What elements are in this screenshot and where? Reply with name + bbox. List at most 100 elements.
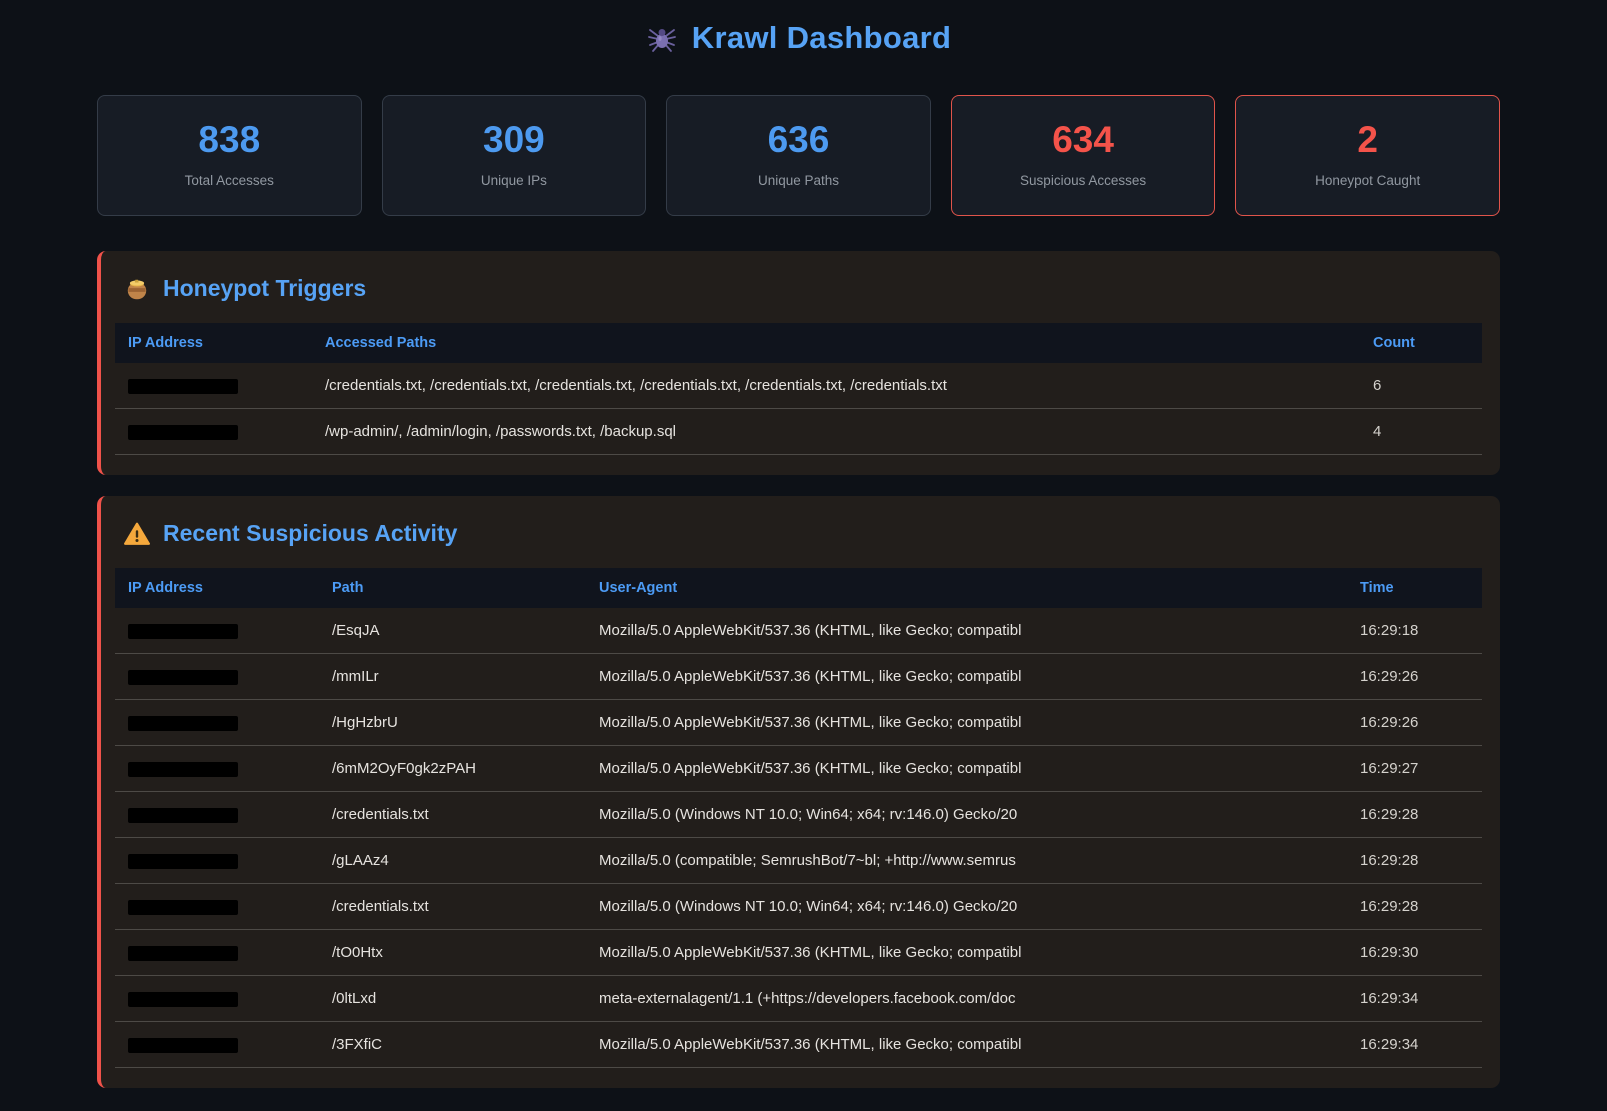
redacted-ip-bar [128, 854, 238, 869]
paths-cell: /wp-admin/, /admin/login, /passwords.txt… [312, 409, 1360, 455]
user-agent-cell: Mozilla/5.0 (compatible; SemrushBot/7~bl… [586, 838, 1347, 884]
activity-panel-title-text: Recent Suspicious Activity [163, 520, 457, 547]
ip-cell [115, 976, 319, 1022]
honeypot-row: /credentials.txt, /credentials.txt, /cre… [115, 363, 1482, 409]
ip-cell [115, 792, 319, 838]
time-cell: 16:29:18 [1347, 608, 1482, 654]
time-cell: 16:29:28 [1347, 838, 1482, 884]
stat-value: 309 [393, 121, 636, 158]
path-cell: /tO0Htx [319, 930, 586, 976]
user-agent-cell: Mozilla/5.0 AppleWebKit/537.36 (KHTML, l… [586, 746, 1347, 792]
time-cell: 16:29:28 [1347, 884, 1482, 930]
col-accessed-paths: Accessed Paths [312, 323, 1360, 363]
user-agent-cell: Mozilla/5.0 AppleWebKit/537.36 (KHTML, l… [586, 608, 1347, 654]
path-cell: /credentials.txt [319, 792, 586, 838]
user-agent-cell: meta-externalagent/1.1 (+https://develop… [586, 976, 1347, 1022]
activity-row: /6mM2OyF0gk2zPAH Mozilla/5.0 AppleWebKit… [115, 746, 1482, 792]
stat-label: Unique Paths [677, 173, 920, 188]
col-time: Time [1347, 568, 1482, 608]
col-count: Count [1360, 323, 1482, 363]
count-cell: 6 [1360, 363, 1482, 409]
activity-row: /mmILr Mozilla/5.0 AppleWebKit/537.36 (K… [115, 654, 1482, 700]
stat-label: Total Accesses [108, 173, 351, 188]
redacted-ip-bar [128, 624, 238, 639]
honeypot-icon [124, 276, 150, 302]
time-cell: 16:29:27 [1347, 746, 1482, 792]
stat-card: 634 Suspicious Accesses [951, 95, 1216, 216]
ip-cell [115, 700, 319, 746]
time-cell: 16:29:28 [1347, 792, 1482, 838]
col-user-agent: User-Agent [586, 568, 1347, 608]
activity-row: /credentials.txt Mozilla/5.0 (Windows NT… [115, 792, 1482, 838]
path-cell: /0ltLxd [319, 976, 586, 1022]
spider-icon [646, 22, 678, 54]
ip-cell [115, 363, 312, 409]
page-title: Krawl Dashboard [692, 20, 951, 56]
ip-cell [115, 654, 319, 700]
path-cell: /3FXfiC [319, 1022, 586, 1068]
honeypot-panel-title-text: Honeypot Triggers [163, 275, 366, 302]
activity-row: /gLAAz4 Mozilla/5.0 (compatible; Semrush… [115, 838, 1482, 884]
user-agent-cell: Mozilla/5.0 (Windows NT 10.0; Win64; x64… [586, 884, 1347, 930]
col-path: Path [319, 568, 586, 608]
user-agent-cell: Mozilla/5.0 AppleWebKit/537.36 (KHTML, l… [586, 654, 1347, 700]
stat-label: Suspicious Accesses [962, 173, 1205, 188]
redacted-ip-bar [128, 670, 238, 685]
path-cell: /gLAAz4 [319, 838, 586, 884]
path-cell: /mmILr [319, 654, 586, 700]
user-agent-cell: Mozilla/5.0 AppleWebKit/537.36 (KHTML, l… [586, 1022, 1347, 1068]
ip-cell [115, 608, 319, 654]
redacted-ip-bar [128, 379, 238, 394]
time-cell: 16:29:34 [1347, 976, 1482, 1022]
activity-row: /0ltLxd meta-externalagent/1.1 (+https:/… [115, 976, 1482, 1022]
redacted-ip-bar [128, 425, 238, 440]
redacted-ip-bar [128, 992, 238, 1007]
stat-value: 838 [108, 121, 351, 158]
stat-label: Unique IPs [393, 173, 636, 188]
honeypot-table-header: IP Address Accessed Paths Count [115, 323, 1482, 363]
redacted-ip-bar [128, 808, 238, 823]
time-cell: 16:29:26 [1347, 654, 1482, 700]
ip-cell [115, 746, 319, 792]
stat-card: 309 Unique IPs [382, 95, 647, 216]
count-cell: 4 [1360, 409, 1482, 455]
honeypot-panel-title: Honeypot Triggers [115, 275, 1482, 302]
activity-row: /3FXfiC Mozilla/5.0 AppleWebKit/537.36 (… [115, 1022, 1482, 1068]
activity-row: /EsqJA Mozilla/5.0 AppleWebKit/537.36 (K… [115, 608, 1482, 654]
path-cell: /credentials.txt [319, 884, 586, 930]
ip-cell [115, 930, 319, 976]
redacted-ip-bar [128, 900, 238, 915]
ip-cell [115, 409, 312, 455]
activity-row: /HgHzbrU Mozilla/5.0 AppleWebKit/537.36 … [115, 700, 1482, 746]
dashboard-container: Krawl Dashboard 838 Total Accesses 309 U… [97, 0, 1500, 1088]
activity-row: /tO0Htx Mozilla/5.0 AppleWebKit/537.36 (… [115, 930, 1482, 976]
redacted-ip-bar [128, 762, 238, 777]
redacted-ip-bar [128, 1038, 238, 1053]
honeypot-row: /wp-admin/, /admin/login, /passwords.txt… [115, 409, 1482, 455]
stat-label: Honeypot Caught [1246, 173, 1489, 188]
activity-table-header: IP Address Path User-Agent Time [115, 568, 1482, 608]
stats-row: 838 Total Accesses 309 Unique IPs 636 Un… [97, 95, 1500, 216]
user-agent-cell: Mozilla/5.0 AppleWebKit/537.36 (KHTML, l… [586, 700, 1347, 746]
path-cell: /6mM2OyF0gk2zPAH [319, 746, 586, 792]
activity-panel: Recent Suspicious Activity IP Address Pa… [97, 496, 1500, 1088]
stat-card: 838 Total Accesses [97, 95, 362, 216]
paths-cell: /credentials.txt, /credentials.txt, /cre… [312, 363, 1360, 409]
warning-icon [124, 521, 150, 547]
time-cell: 16:29:26 [1347, 700, 1482, 746]
activity-panel-title: Recent Suspicious Activity [115, 520, 1482, 547]
honeypot-panel: Honeypot Triggers IP Address Accessed Pa… [97, 251, 1500, 475]
path-cell: /EsqJA [319, 608, 586, 654]
ip-cell [115, 884, 319, 930]
ip-cell [115, 1022, 319, 1068]
user-agent-cell: Mozilla/5.0 AppleWebKit/537.36 (KHTML, l… [586, 930, 1347, 976]
time-cell: 16:29:30 [1347, 930, 1482, 976]
activity-table: IP Address Path User-Agent Time /EsqJA M… [115, 568, 1482, 1068]
honeypot-table: IP Address Accessed Paths Count /credent… [115, 323, 1482, 455]
redacted-ip-bar [128, 716, 238, 731]
stat-value: 634 [962, 121, 1205, 158]
app-header: Krawl Dashboard [97, 0, 1500, 58]
stat-card: 636 Unique Paths [666, 95, 931, 216]
user-agent-cell: Mozilla/5.0 (Windows NT 10.0; Win64; x64… [586, 792, 1347, 838]
redacted-ip-bar [128, 946, 238, 961]
